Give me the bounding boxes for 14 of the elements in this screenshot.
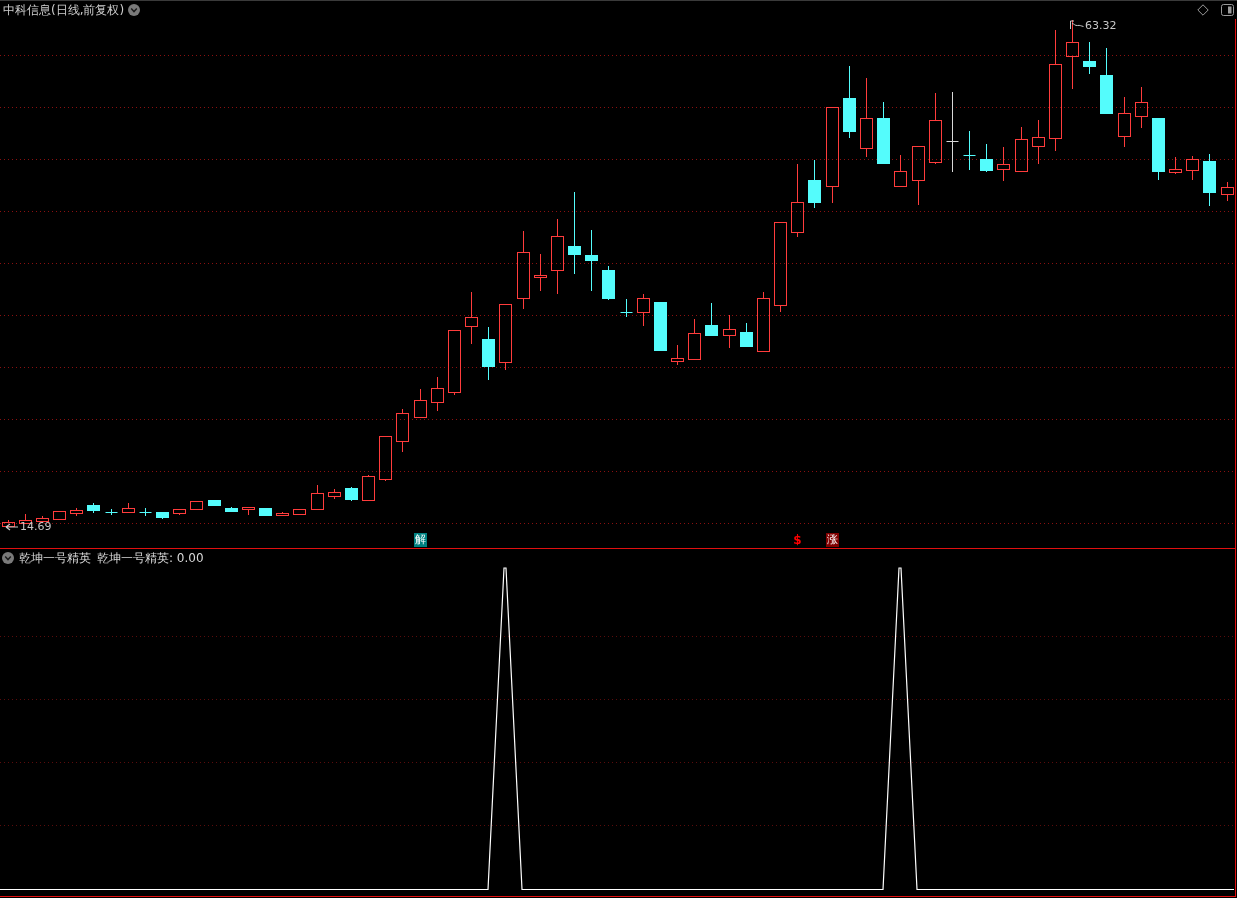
panel-toggle-icon[interactable] (1221, 4, 1234, 16)
window-title: 中科信息(日线,前复权) (3, 3, 125, 17)
left-arrow-icon (5, 523, 19, 531)
diamond-icon[interactable] (1197, 4, 1209, 16)
high-pointer-icon (1069, 20, 1084, 29)
dropdown-icon[interactable] (128, 4, 141, 16)
high-price-label: 63.32 (1085, 19, 1117, 33)
signal-marker: 解 (414, 533, 427, 547)
indicator-legend: 乾坤一号精英: 0.00 (97, 550, 204, 565)
signal-marker: 涨 (826, 533, 839, 547)
indicator-title: 乾坤一号精英 (19, 550, 91, 565)
low-price-label: 14.69 (20, 520, 52, 534)
dropdown-icon[interactable] (2, 551, 14, 564)
signal-marker: $ (792, 533, 803, 547)
